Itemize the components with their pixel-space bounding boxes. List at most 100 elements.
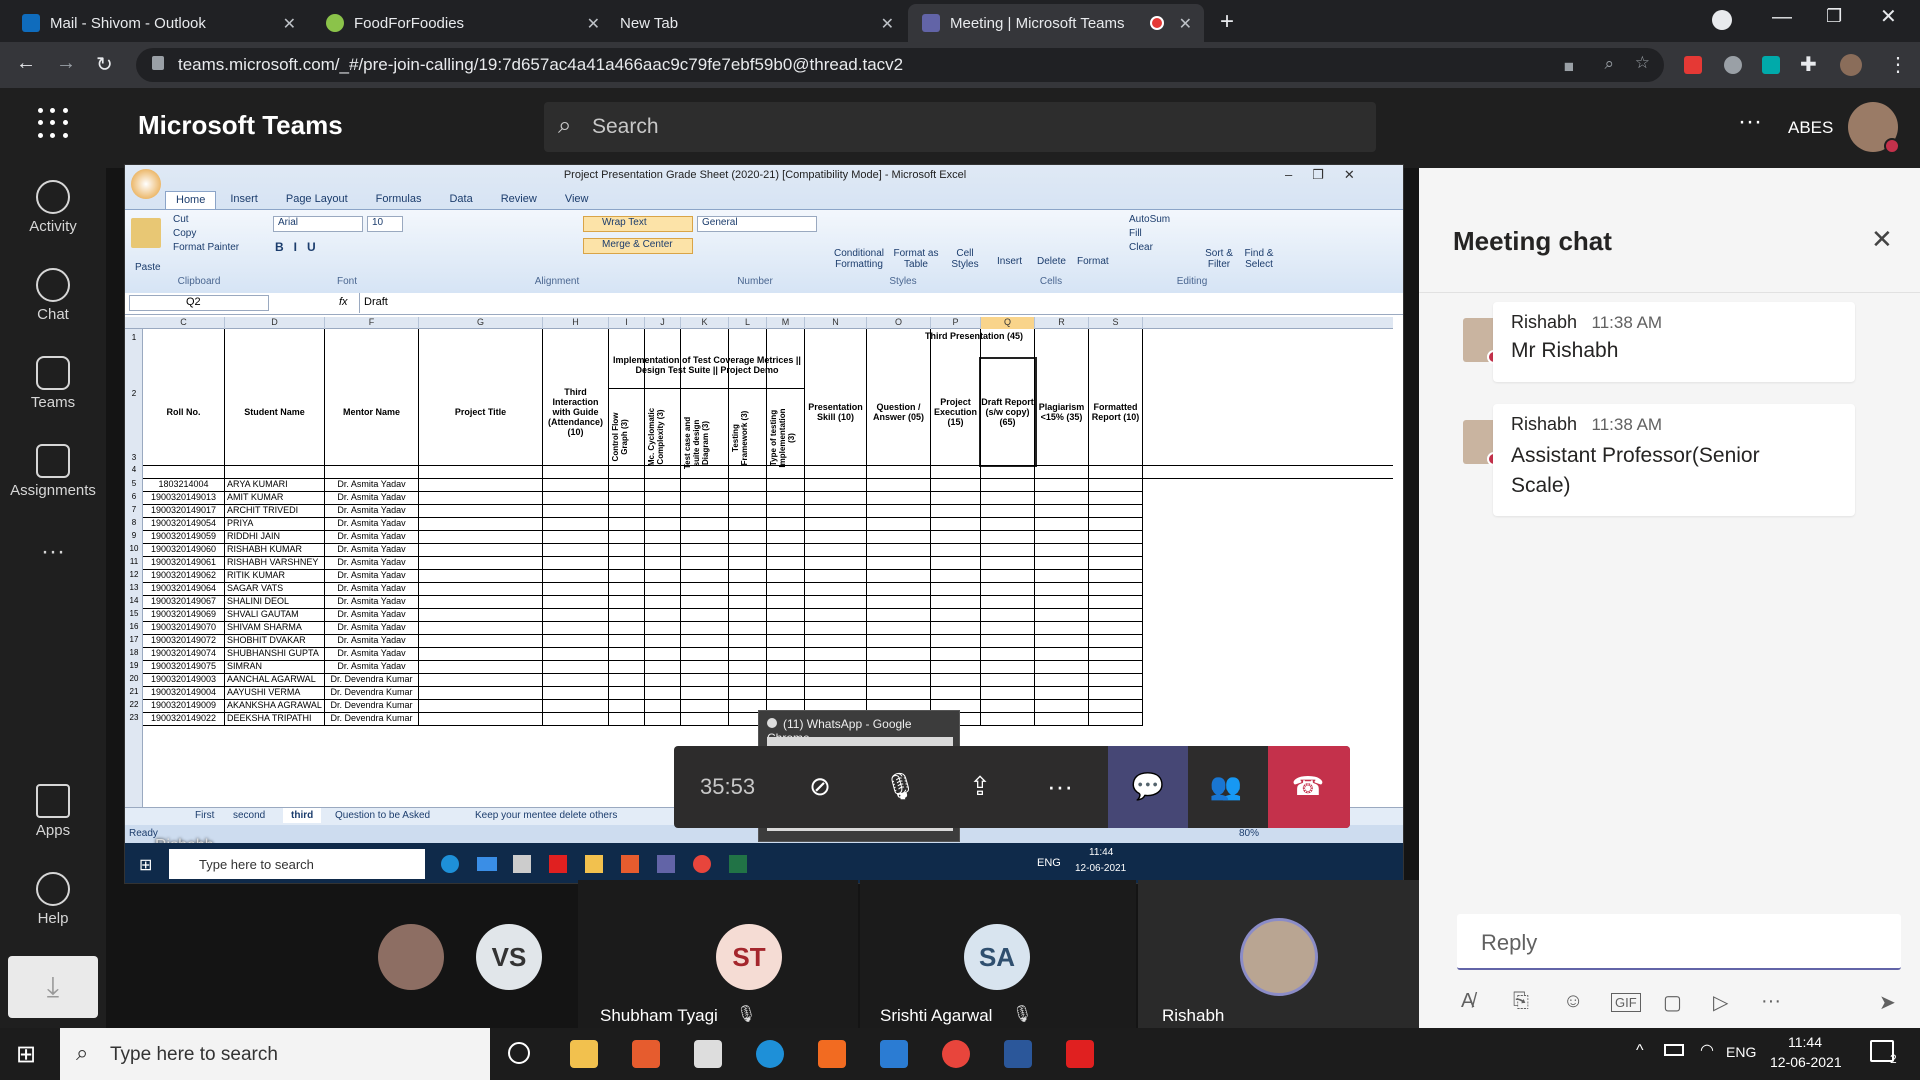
windows-icon: ⊞ <box>139 857 153 874</box>
battery-icon[interactable] <box>1664 1044 1684 1056</box>
camera-off-icon[interactable]: ⊘ <box>800 766 840 806</box>
attach-icon[interactable]: ⎘ <box>1513 990 1529 1013</box>
tray-expand-icon[interactable]: ^ <box>1636 1042 1644 1060</box>
gif-icon[interactable]: GIF <box>1611 993 1641 1012</box>
reload-icon[interactable]: ↻ <box>96 52 113 77</box>
taskbar-search[interactable]: ⌕ Type here to search <box>60 1028 490 1080</box>
restore-icon[interactable]: ❐ <box>1826 6 1842 27</box>
camera-blocked-icon[interactable]: ■ <box>1564 57 1574 77</box>
row-number: 11 <box>129 557 139 566</box>
extension-icon[interactable] <box>1724 56 1742 74</box>
tab-label: New Tab <box>620 14 679 32</box>
avatar[interactable] <box>1840 54 1862 76</box>
windows-start-icon[interactable]: ⊞ <box>16 1040 36 1069</box>
tab-teams[interactable]: Meeting | Microsoft Teams ✕ <box>908 4 1204 42</box>
format-icon[interactable]: A̸ <box>1461 990 1474 1013</box>
more-icon[interactable]: ··· <box>1738 108 1762 136</box>
zoom-icon[interactable]: ⌕ <box>1604 54 1614 74</box>
tab-new[interactable]: New Tab ✕ <box>606 4 906 42</box>
sticker-icon[interactable]: ▢ <box>1663 990 1682 1015</box>
close-icon[interactable]: ✕ <box>587 14 600 34</box>
close-icon[interactable]: ✕ <box>1871 224 1893 255</box>
rail-assignments[interactable]: Assignments <box>0 444 106 499</box>
chat-toggle-button[interactable]: 💬 <box>1108 746 1188 828</box>
app-launcher-icon[interactable] <box>38 108 70 140</box>
empty-cell <box>543 557 609 570</box>
more-apps-icon[interactable]: ··· <box>0 538 106 566</box>
leave-call-button[interactable]: ☎ <box>1268 746 1350 828</box>
stream-icon[interactable]: ▷ <box>1713 990 1728 1015</box>
office-icon[interactable] <box>632 1040 660 1068</box>
participants-icon[interactable]: 👥 <box>1206 766 1246 806</box>
empty-cell <box>729 674 767 687</box>
empty-cell <box>981 492 1035 505</box>
rail-help[interactable]: Help <box>0 872 106 927</box>
chrome-icon[interactable] <box>942 1040 970 1068</box>
cortana-icon[interactable] <box>508 1042 530 1064</box>
empty-cell <box>1089 518 1143 531</box>
taskbar-lang[interactable]: ENG <box>1726 1044 1756 1060</box>
empty-cell <box>931 505 981 518</box>
send-icon[interactable]: ➤ <box>1879 990 1896 1015</box>
empty-cell <box>609 544 645 557</box>
rail-teams[interactable]: Teams <box>0 356 106 411</box>
empty-cell <box>931 648 981 661</box>
rail-chat[interactable]: Chat <box>0 268 106 323</box>
reply-input[interactable]: Reply <box>1457 914 1901 970</box>
autosum-label: AutoSum <box>1129 214 1171 225</box>
group-label: Clipboard <box>177 276 221 287</box>
cell-name: SHALINI DEOL <box>225 596 325 609</box>
chat-message: Rishabh 11:38 AM Mr Rishabh <box>1493 302 1855 382</box>
empty-cell <box>543 648 609 661</box>
window-close-icon[interactable]: ✕ <box>1880 4 1897 29</box>
header-cell: Plagiarism <15% (35) <box>1035 359 1089 465</box>
file-explorer-icon[interactable] <box>570 1040 598 1068</box>
rail-apps[interactable]: Apps <box>0 784 106 839</box>
profile-dropdown-icon[interactable] <box>1712 10 1732 30</box>
ribbon-tab-home: Home <box>165 191 217 209</box>
brave-icon[interactable] <box>818 1040 846 1068</box>
edge-icon[interactable] <box>756 1040 784 1068</box>
bookmark-star-icon[interactable]: ☆ <box>1635 53 1650 73</box>
row-number: 4 <box>131 465 137 474</box>
taskbar-time[interactable]: 11:44 <box>1788 1034 1822 1050</box>
word-icon[interactable] <box>1004 1040 1032 1068</box>
vscode-icon[interactable] <box>880 1040 908 1068</box>
tab-outlook[interactable]: Mail - Shivom - Outlook ✕ <box>8 4 308 42</box>
empty-cell <box>805 544 867 557</box>
puzzle-icon[interactable]: ✚ <box>1800 52 1817 77</box>
search-input[interactable]: ⌕ Search <box>544 102 1376 152</box>
empty-cell <box>419 648 543 661</box>
avatar[interactable] <box>1848 102 1900 154</box>
share-screen-icon[interactable]: ⇪ <box>960 766 1000 806</box>
empty-cell <box>543 583 609 596</box>
empty-cell <box>981 518 1035 531</box>
minimize-icon[interactable]: — <box>1772 6 1792 29</box>
mic-off-icon[interactable]: 🎙 <box>880 766 920 806</box>
cell-name: AANCHAL AGARWAL <box>225 674 325 687</box>
wifi-icon[interactable]: ◠ <box>1700 1040 1714 1060</box>
extension-icon[interactable] <box>1684 56 1702 74</box>
acrobat-icon[interactable] <box>1066 1040 1094 1068</box>
avatar <box>1240 918 1318 996</box>
extension-icon[interactable] <box>1762 56 1780 74</box>
more-actions-icon[interactable]: ··· <box>1040 766 1080 806</box>
close-icon[interactable]: ✕ <box>283 14 296 34</box>
close-icon[interactable]: ✕ <box>1179 14 1192 34</box>
header-cell: Student Name <box>225 359 325 465</box>
empty-cell <box>645 557 681 570</box>
url-field[interactable]: teams.microsoft.com/_#/pre-join-calling/… <box>136 48 1664 82</box>
store-icon[interactable] <box>694 1040 722 1068</box>
taskbar-date[interactable]: 12-06-2021 <box>1770 1054 1842 1070</box>
forward-icon[interactable]: → <box>56 52 76 75</box>
back-icon[interactable]: ← <box>16 52 36 75</box>
close-icon[interactable]: ✕ <box>881 14 894 34</box>
menu-icon[interactable]: ⋮ <box>1888 52 1908 77</box>
more-icon[interactable]: ··· <box>1761 990 1781 1013</box>
new-tab-icon[interactable]: + <box>1220 8 1234 36</box>
rail-activity[interactable]: Activity <box>0 180 106 235</box>
download-icon[interactable]: ⤓ <box>8 956 98 1018</box>
org-name[interactable]: ABES <box>1788 118 1833 138</box>
emoji-icon[interactable]: ☺ <box>1563 990 1583 1013</box>
tab-foodforfoodies[interactable]: FoodForFoodies ✕ <box>312 4 612 42</box>
